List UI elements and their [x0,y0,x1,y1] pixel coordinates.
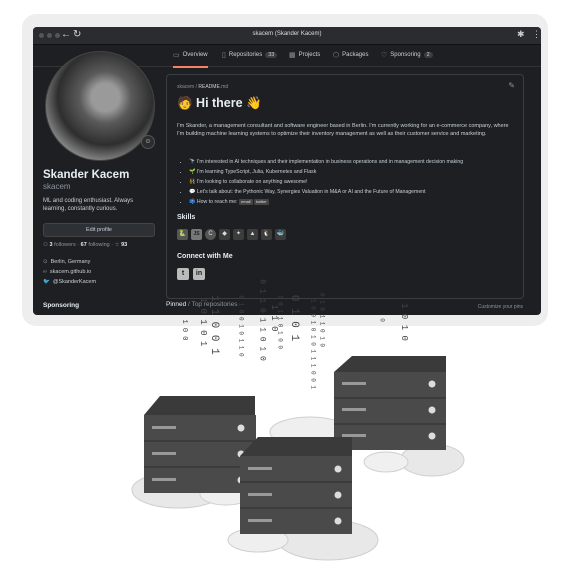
binary-stream: 0 1 0 1 [288,295,300,342]
server-rack-right [334,356,446,450]
binary-stream: 0 1 1 0 1 1 0 1 0 [258,279,267,361]
server-rack-center [240,437,352,534]
binary-stream: 1 0 1 0 1 [198,298,208,347]
binary-stream: 1 0 1 0 [399,303,409,341]
binary-stream: 0 1 0 1 1 0 1 0 [319,293,326,347]
binary-stream: 1 1 0 0 1 [208,295,220,355]
server-rack-left [144,396,256,493]
binary-stream: 0 [379,318,386,322]
binary-stream: 0 1 0 0 1 0 1 1 0 [238,295,245,357]
server-illustration: 1 0 0 1 0 1 0 1 1 1 0 0 1 0 1 0 0 1 0 1 … [131,279,465,561]
binary-stream: 1 0 0 [180,319,188,340]
binary-stream: 1 0 0 1 0 1 0 1 1 1 0 0 1 [310,299,317,389]
binary-stream: 1 1 0 [269,304,279,331]
